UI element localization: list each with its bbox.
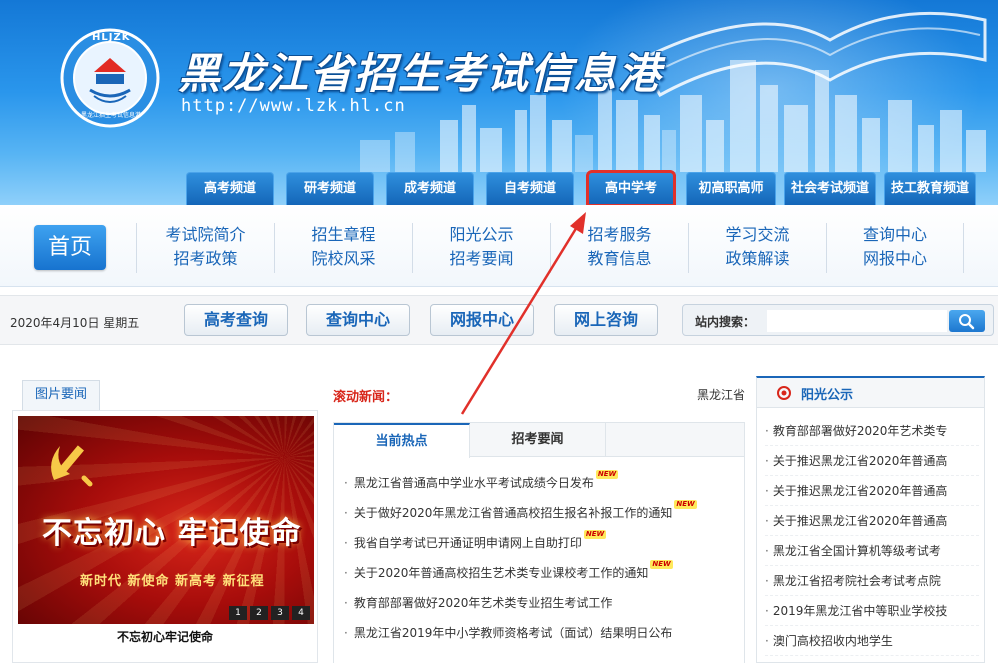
channel-tab-xuekao[interactable]: 高中学考 (586, 170, 676, 205)
list-item[interactable]: · 关于做好2020年黑龙江省普通高校招生报名补报工作的通知NEW (344, 497, 744, 527)
online-consult-button[interactable]: 网上咨询 (554, 304, 658, 336)
registration-center-button[interactable]: 网报中心 (430, 304, 534, 336)
news-title[interactable]: 关于2020年普通高校招生艺术类专业课校考工作的通知 (354, 566, 649, 580)
sunshine-list: · 教育部部署做好2020年艺术类专 · 关于推迟黑龙江省2020年普通高 · 关于推… (765, 416, 979, 656)
list-item[interactable]: · 关于2020年普通高校招生艺术类专业课校考工作的通知NEW (344, 557, 744, 587)
current-date: 2020年4月10日 星期五 (10, 316, 140, 330)
list-item[interactable]: · 黑龙江省普通高中学业水平考试成绩今日发布NEW (344, 467, 744, 497)
list-item[interactable]: · 教育部部署做好2020年艺术类专业招生考试工作 (344, 587, 744, 617)
search-button[interactable] (949, 310, 985, 332)
new-badge: NEW (674, 500, 697, 509)
sunshine-title[interactable]: 阳光公示 (801, 384, 853, 403)
pager-page-1[interactable]: 1 (229, 606, 247, 620)
channel-tab-zikao[interactable]: 自考频道 (486, 172, 574, 205)
channel-tab-yankao[interactable]: 研考频道 (286, 172, 374, 205)
list-item[interactable]: · 澳门高校招收内地学生 (765, 626, 979, 656)
tab-current-hot[interactable]: 当前热点 (334, 423, 470, 458)
picture-pager: 1234 (226, 604, 310, 620)
site-url[interactable]: http://www.lzk.hl.cn (181, 96, 406, 116)
news-tabs: 当前热点 招考要闻 (334, 423, 744, 458)
query-center-button[interactable]: 查询中心 (306, 304, 410, 336)
nav-link-registration[interactable]: 网报中心 (827, 247, 963, 271)
news-title[interactable]: 黑龙江省普通高中学业水平考试成绩今日发布 (354, 476, 594, 490)
picture-news-header[interactable]: 图片要闻 (22, 380, 100, 410)
channel-tab-gaozhi[interactable]: 初高职高师 (686, 172, 776, 205)
gaokao-query-button[interactable]: 高考查询 (184, 304, 288, 336)
sunshine-icon (777, 386, 791, 400)
sunshine-header: 阳光公示 (757, 378, 984, 408)
ticker-label: 滚动新闻： (333, 390, 399, 405)
search-label: 站内搜索： (695, 315, 756, 329)
list-item[interactable]: · 关于推迟黑龙江省2020年普通高 (765, 506, 979, 536)
nav-column-5: 学习交流 政策解读 (688, 223, 826, 273)
picture-subline: 新时代 新使命 新高考 新征程 (80, 574, 265, 589)
site-banner: HLJZK 黑龙江招生考试信息港 黑龙江省招生考试信息港 http://www.… (0, 0, 998, 205)
sunshine-box: 阳光公示 · 教育部部署做好2020年艺术类专 · 关于推迟黑龙江省2020年普通高… (756, 376, 985, 663)
site-title: 黑龙江省招生考试信息港 (178, 49, 663, 98)
search-input[interactable] (767, 310, 947, 332)
picture-news-image[interactable]: 不忘初心 牢记使命 新时代 新使命 新高考 新征程 1234 (18, 416, 314, 624)
nav-link-colleges[interactable]: 院校风采 (275, 247, 412, 271)
channel-tabs: 高考频道 研考频道 成考频道 自考频道 高中学考 初高职高师 社会考试频道 技工… (0, 170, 998, 205)
channel-tab-chengkao[interactable]: 成考频道 (386, 172, 474, 205)
news-title[interactable]: 黑龙江省2019年中小学教师资格考试（面试）结果明日公布 (354, 626, 673, 640)
nav-link-education[interactable]: 教育信息 (551, 247, 688, 271)
pager-page-2[interactable]: 2 (250, 606, 268, 620)
pager-page-3[interactable]: 3 (271, 606, 289, 620)
nav-column-2: 招生章程 院校风采 (274, 223, 412, 273)
nav-link-study[interactable]: 学习交流 (689, 223, 826, 247)
news-ticker: 滚动新闻： 黑龙江省 (333, 384, 745, 405)
channel-tab-shehui[interactable]: 社会考试频道 (784, 172, 876, 205)
channel-tab-jigong[interactable]: 技工教育频道 (884, 172, 976, 205)
nav-link-news[interactable]: 招考要闻 (413, 247, 550, 271)
list-item[interactable]: · 关于推迟黑龙江省2020年普通高 (765, 476, 979, 506)
toolbar: 2020年4月10日 星期五 高考查询 查询中心 网报中心 网上咨询 站内搜索： (0, 295, 998, 345)
news-list: · 黑龙江省普通高中学业水平考试成绩今日发布NEW · 关于做好2020年黑龙江省普… (344, 467, 744, 647)
logo-text: HLJZK (92, 32, 131, 43)
logo-caption: 黑龙江招生考试信息港 (80, 112, 141, 119)
picture-caption[interactable]: 不忘初心牢记使命 (12, 628, 318, 645)
nav-link-query[interactable]: 查询中心 (827, 223, 963, 247)
nav-link-interpretation[interactable]: 政策解读 (689, 247, 826, 271)
list-item[interactable]: · 关于推迟黑龙江省2020年普通高 (765, 446, 979, 476)
nav-link-about[interactable]: 考试院简介 (137, 223, 274, 247)
new-badge: NEW (650, 560, 673, 569)
news-title[interactable]: 关于做好2020年黑龙江省普通高校招生报名补报工作的通知 (354, 506, 673, 520)
nav-link-policy[interactable]: 招考政策 (137, 247, 274, 271)
nav-column-3: 阳光公示 招考要闻 (412, 223, 550, 273)
home-button[interactable]: 首页 (34, 225, 106, 270)
site-search: 站内搜索： (682, 304, 994, 336)
tab-admission-news[interactable]: 招考要闻 (470, 423, 606, 457)
list-item[interactable]: · 黑龙江省2019年中小学教师资格考试（面试）结果明日公布 (344, 617, 744, 647)
news-box: 当前热点 招考要闻 · 黑龙江省普通高中学业水平考试成绩今日发布NEW · 关于做好… (333, 422, 745, 663)
main-nav: 首页 考试院简介 招考政策 招生章程 院校风采 阳光公示 招考要闻 招考服务 教… (0, 205, 998, 287)
list-item[interactable]: · 2019年黑龙江省中等职业学校技 (765, 596, 979, 626)
picture-headline: 不忘初心 牢记使命 (42, 516, 302, 551)
nav-link-sunshine[interactable]: 阳光公示 (413, 223, 550, 247)
search-icon (959, 314, 975, 330)
party-emblem-icon (51, 445, 93, 487)
new-badge: NEW (595, 470, 619, 479)
pager-page-4[interactable]: 4 (292, 606, 310, 620)
nav-link-charter[interactable]: 招生章程 (275, 223, 412, 247)
list-item[interactable]: · 我省自学考试已开通证明申请网上自助打印NEW (344, 527, 744, 557)
nav-column-1: 考试院简介 招考政策 (136, 223, 274, 273)
news-title[interactable]: 我省自学考试已开通证明申请网上自助打印 (354, 536, 582, 550)
nav-link-service[interactable]: 招考服务 (551, 223, 688, 247)
list-item[interactable]: · 黑龙江省全国计算机等级考试考 (765, 536, 979, 566)
picture-news: 图片要闻 不忘初心 牢记使命 新时代 新使命 新高考 新征程 1234 不忘初心… (12, 376, 318, 663)
list-item[interactable]: · 黑龙江省招考院社会考试考点院 (765, 566, 979, 596)
channel-tab-gaokao[interactable]: 高考频道 (186, 172, 274, 205)
nav-column-4: 招考服务 教育信息 (550, 223, 688, 273)
new-badge: NEW (583, 530, 607, 539)
news-title[interactable]: 教育部部署做好2020年艺术类专业招生考试工作 (354, 596, 613, 610)
ticker-text[interactable]: 黑龙江省 (697, 386, 745, 403)
nav-column-6: 查询中心 网报中心 (826, 223, 964, 273)
list-item[interactable]: · 教育部部署做好2020年艺术类专 (765, 416, 979, 446)
